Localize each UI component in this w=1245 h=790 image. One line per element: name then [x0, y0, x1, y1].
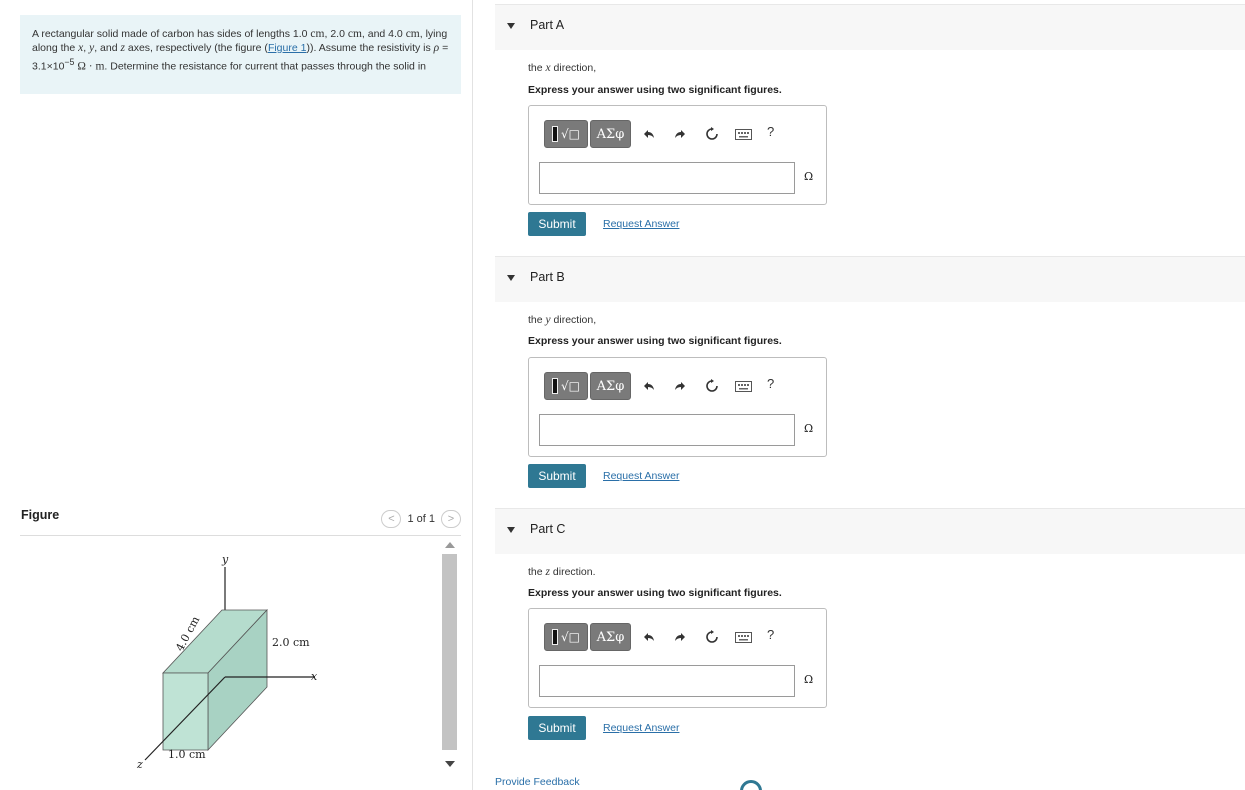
- radical-icon: √□: [561, 379, 580, 393]
- axis-label-y: y: [221, 553, 229, 566]
- undo-icon[interactable]: [639, 124, 659, 144]
- prev-figure-button[interactable]: <: [381, 510, 402, 528]
- template-block-icon: [552, 126, 558, 142]
- figure-diagram: y x z 2.0 cm 1.0 cm 4.0 cm: [136, 553, 318, 770]
- undo-icon[interactable]: [639, 627, 659, 647]
- template-block-icon: [552, 378, 558, 394]
- provide-feedback-link[interactable]: Provide Feedback: [495, 776, 580, 788]
- redo-icon[interactable]: [670, 376, 690, 396]
- redo-icon[interactable]: [670, 627, 690, 647]
- part-a-prompt: the x direction,: [528, 62, 597, 74]
- reset-icon[interactable]: [702, 376, 722, 396]
- part-b-answer-box: √□ ΑΣφ ? Ω: [528, 357, 827, 457]
- undo-icon[interactable]: [639, 376, 659, 396]
- dimension-label-1cm: 1.0 cm: [168, 748, 206, 761]
- part-a-answer-box: √□ ΑΣφ ? Ω: [528, 105, 827, 205]
- figure-link[interactable]: Figure 1: [268, 42, 307, 54]
- part-b-header[interactable]: Part B: [495, 256, 1245, 302]
- figure-header: Figure < 1 of 1 >: [20, 505, 461, 536]
- request-answer-link[interactable]: Request Answer: [603, 470, 679, 482]
- scroll-down-arrow-icon[interactable]: [445, 761, 455, 767]
- axis-label-z: z: [136, 758, 143, 770]
- submit-button[interactable]: Submit: [528, 212, 586, 236]
- problem-text: , and 4.0: [361, 28, 406, 40]
- template-block-icon: [552, 629, 558, 645]
- templates-button[interactable]: √□: [544, 372, 588, 400]
- next-arrow-icon[interactable]: [740, 780, 762, 790]
- scroll-up-arrow-icon[interactable]: [445, 542, 455, 548]
- box-front-face: [162, 672, 209, 751]
- figure-pager: < 1 of 1 >: [381, 510, 461, 528]
- chevron-left-icon: <: [388, 513, 395, 525]
- keyboard-icon[interactable]: [733, 627, 753, 647]
- templates-button[interactable]: √□: [544, 623, 588, 651]
- figure-panel: y x z 2.0 cm 1.0 cm 4.0 cm: [20, 537, 461, 777]
- part-b-prompt: the y direction,: [528, 314, 597, 326]
- help-icon[interactable]: ?: [767, 627, 774, 642]
- submit-button[interactable]: Submit: [528, 716, 586, 740]
- part-c-header[interactable]: Part C: [495, 508, 1245, 554]
- chevron-right-icon: >: [447, 513, 455, 525]
- answer-unit: Ω: [804, 170, 814, 183]
- unit-cm: cm: [310, 28, 325, 40]
- collapse-caret-icon[interactable]: [507, 275, 515, 281]
- answer-input[interactable]: [539, 414, 795, 446]
- request-answer-link[interactable]: Request Answer: [603, 722, 679, 734]
- unit-cm: cm: [405, 28, 420, 40]
- problem-text: axes, respectively (the figure (: [124, 42, 268, 54]
- problem-text: . Determine the resistance for current t…: [104, 60, 426, 73]
- exponent: −5: [64, 57, 75, 67]
- part-b-instruction: Express your answer using two significan…: [528, 335, 782, 347]
- part-c-prompt: the z direction.: [528, 566, 596, 578]
- submit-button[interactable]: Submit: [528, 464, 586, 488]
- help-icon[interactable]: ?: [767, 124, 774, 139]
- unit-ohm-m: Ω · m: [77, 60, 105, 73]
- figure-scrollbar[interactable]: [441, 540, 457, 775]
- answer-input[interactable]: [539, 665, 795, 697]
- reset-icon[interactable]: [702, 124, 722, 144]
- answer-unit: Ω: [804, 422, 814, 435]
- greek-symbols-button[interactable]: ΑΣφ: [590, 372, 631, 400]
- figure-title: Figure: [21, 508, 60, 522]
- next-figure-button[interactable]: >: [441, 510, 461, 528]
- keyboard-icon[interactable]: [733, 124, 753, 144]
- problem-text: , 2.0: [324, 28, 348, 40]
- reset-icon[interactable]: [702, 627, 722, 647]
- unit-cm: cm: [347, 28, 362, 40]
- scrollbar-thumb[interactable]: [442, 554, 457, 750]
- collapse-caret-icon[interactable]: [507, 23, 515, 29]
- radical-icon: √□: [561, 630, 580, 644]
- problem-text: A rectangular solid made of carbon has s…: [32, 28, 311, 40]
- problem-statement: A rectangular solid made of carbon has s…: [20, 15, 461, 94]
- radical-icon: √□: [561, 127, 580, 141]
- problem-text: )). Assume the resistivity is: [306, 42, 434, 54]
- templates-button[interactable]: √□: [544, 120, 588, 148]
- keyboard-icon[interactable]: [733, 376, 753, 396]
- help-icon[interactable]: ?: [767, 376, 774, 391]
- dimension-label-2cm: 2.0 cm: [272, 636, 310, 649]
- problem-text: , and: [94, 42, 121, 54]
- greek-symbols-button[interactable]: ΑΣφ: [590, 120, 631, 148]
- collapse-caret-icon[interactable]: [507, 527, 515, 533]
- part-a-instruction: Express your answer using two significan…: [528, 84, 782, 96]
- part-c-answer-box: √□ ΑΣφ ? Ω: [528, 608, 827, 708]
- answer-unit: Ω: [804, 673, 814, 686]
- part-a-header[interactable]: Part A: [495, 4, 1245, 50]
- greek-symbols-button[interactable]: ΑΣφ: [590, 623, 631, 651]
- part-title: Part A: [530, 18, 565, 32]
- figure-page-label: 1 of 1: [407, 513, 435, 525]
- answer-input[interactable]: [539, 162, 795, 194]
- axis-label-x: x: [311, 670, 318, 683]
- part-c-instruction: Express your answer using two significan…: [528, 587, 782, 599]
- part-title: Part C: [530, 522, 566, 536]
- redo-icon[interactable]: [670, 124, 690, 144]
- column-divider: [472, 0, 473, 790]
- part-title: Part B: [530, 270, 565, 284]
- request-answer-link[interactable]: Request Answer: [603, 218, 679, 230]
